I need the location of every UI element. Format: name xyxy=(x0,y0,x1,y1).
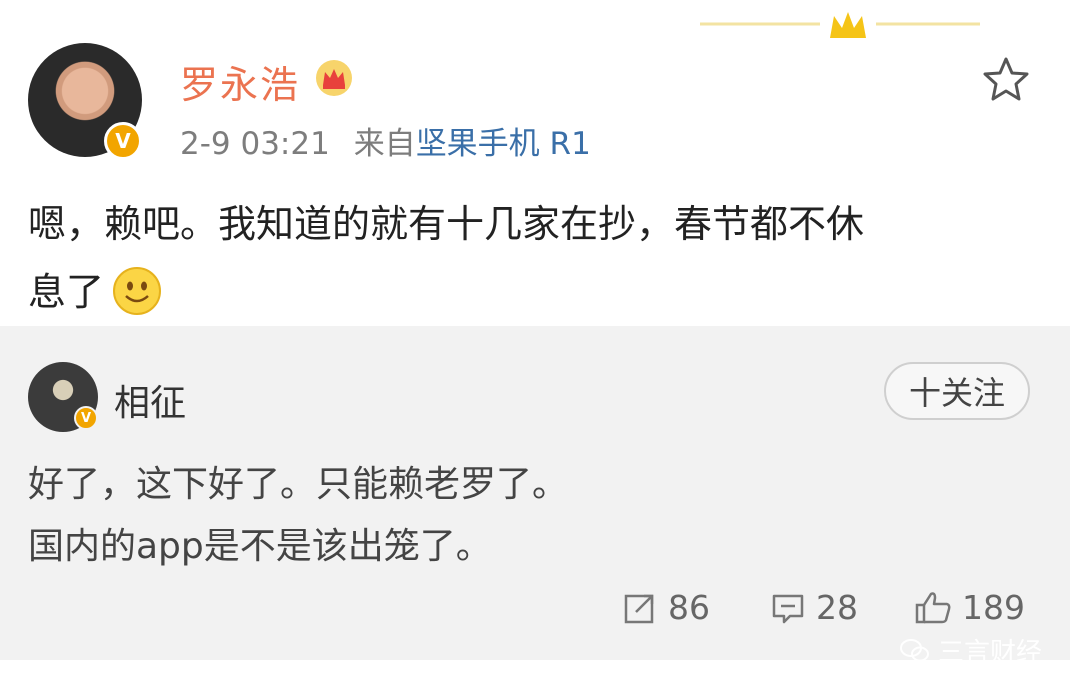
repost-button[interactable]: 86 xyxy=(622,588,710,627)
author-name[interactable]: 罗永浩 xyxy=(180,54,300,109)
source-prefix: 来自 xyxy=(353,126,416,162)
star-icon[interactable] xyxy=(980,54,1032,106)
post-content-line2: 息了 xyxy=(28,270,105,314)
verified-v-icon: V xyxy=(104,122,142,160)
watermark-text: 三言财经 xyxy=(938,638,1043,668)
like-count: 189 xyxy=(962,588,1025,627)
post-timestamp: 2-9 03:21 xyxy=(180,126,330,162)
verified-v-icon: V xyxy=(74,406,98,430)
action-bar: 86 28 189 xyxy=(0,588,1070,638)
follow-button[interactable]: 十关注 xyxy=(884,362,1030,420)
like-button[interactable]: 189 xyxy=(914,588,1025,627)
watermark: 三言财经 xyxy=(900,632,1042,669)
comment-count: 28 xyxy=(816,588,858,627)
comment-line1: 好了，这下好了。只能赖老罗了。 xyxy=(28,464,569,505)
weibo-post: V 罗永浩 2-9 03:21 来自坚果手机 R1 嗯，赖吧。我知道的就有十几家… xyxy=(0,0,1070,326)
source-device-link[interactable]: 坚果手机 R1 xyxy=(416,126,591,162)
commenter-name[interactable]: 相征 xyxy=(114,374,186,426)
comment-card: V 相征 十关注 好了，这下好了。只能赖老罗了。 国内的app是不是该出笼了。 … xyxy=(0,326,1070,660)
crown-member-icon[interactable] xyxy=(314,58,354,98)
wechat-icon xyxy=(900,638,929,661)
repost-icon xyxy=(624,594,654,623)
thumbs-up-icon xyxy=(915,591,951,623)
comment-button[interactable]: 28 xyxy=(770,588,858,627)
post-meta: 2-9 03:21 来自坚果手机 R1 xyxy=(180,118,591,163)
smiley-icon xyxy=(113,266,162,315)
comment-line2: 国内的app是不是该出笼了。 xyxy=(28,526,492,567)
crown-divider-icon xyxy=(700,12,980,38)
post-content-line2-wrap: 息了 xyxy=(28,258,1028,326)
post-content: 嗯，赖吧。我知道的就有十几家在抄，春节都不休 息了 xyxy=(28,190,1028,326)
comment-icon xyxy=(772,594,804,623)
comment-content: 好了，这下好了。只能赖老罗了。 国内的app是不是该出笼了。 xyxy=(28,454,568,578)
repost-count: 86 xyxy=(668,588,710,627)
post-content-line1: 嗯，赖吧。我知道的就有十几家在抄，春节都不休 xyxy=(28,202,865,246)
